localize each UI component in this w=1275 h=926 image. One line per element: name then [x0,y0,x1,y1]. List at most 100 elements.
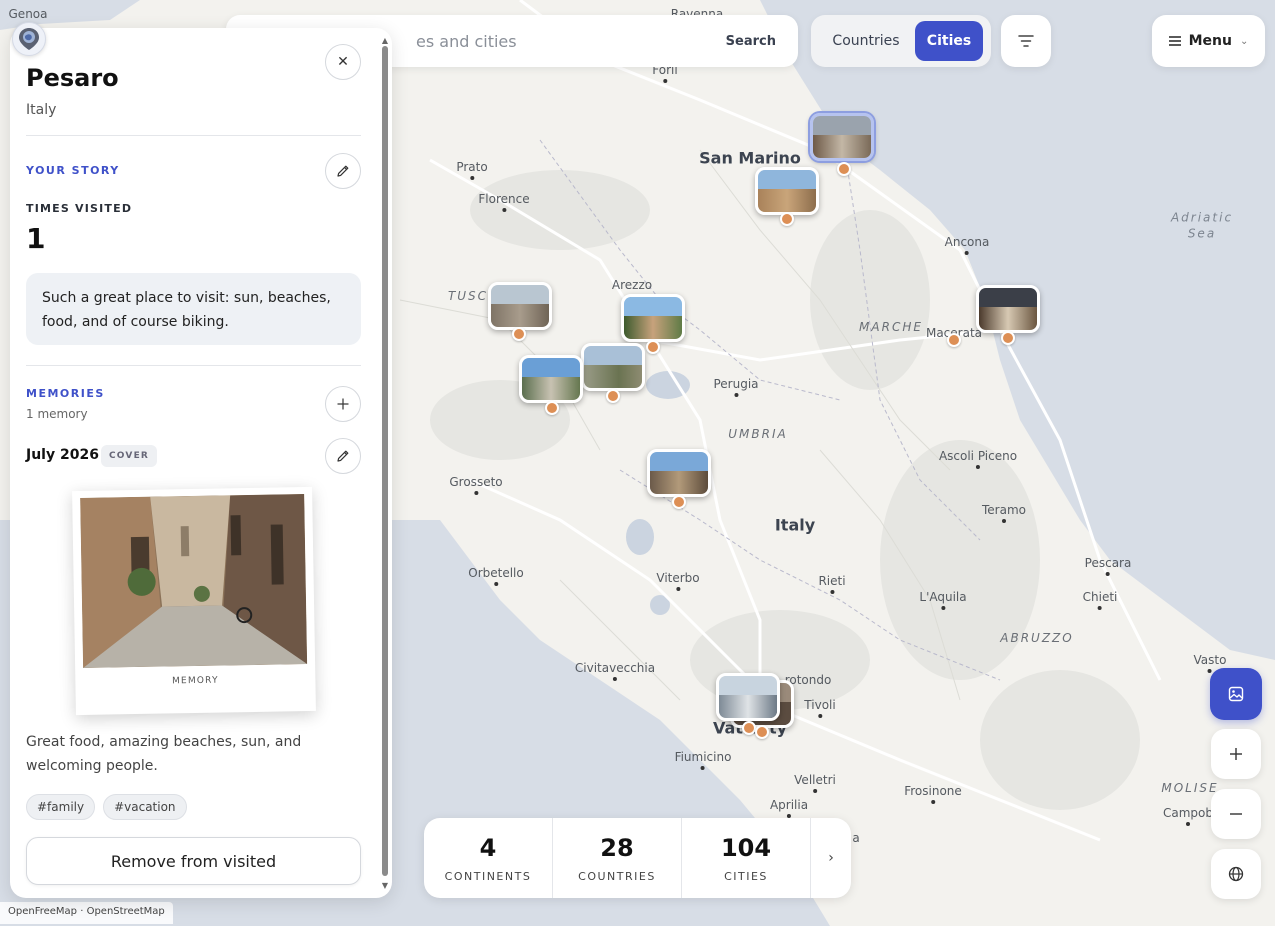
chevron-down-icon: ⌄ [1239,35,1249,47]
map-label: Viterbo [656,571,700,591]
city-photo-marker[interactable] [647,449,711,497]
memory-tags: #family #vacation [26,794,187,820]
plus-icon [1230,748,1242,760]
city-pin[interactable] [606,389,620,403]
map-label: L'Aquila [919,590,967,610]
memories-section-label: MEMORIES [26,387,105,400]
map-label: Campob [1163,806,1213,826]
memory-polaroid[interactable]: MEMORY [72,486,316,716]
city-photo-marker[interactable] [976,285,1040,333]
zoom-in-button[interactable] [1211,729,1261,779]
map-label: Arezzo [611,278,653,298]
tag-chip[interactable]: #family [26,794,96,820]
memory-date: July 2026 [26,447,99,463]
edit-story-button[interactable] [325,153,361,189]
memory-card[interactable]: MEMORY [26,480,361,725]
panel-scrollbar[interactable]: ▲ ▼ [380,36,388,890]
map-label: a [852,831,860,845]
stat-label: CONTINENTS [444,869,532,883]
map-label: Perugia [713,377,759,397]
map-label: Florence [478,192,530,212]
toggle-countries[interactable]: Countries [817,21,915,61]
map-label: Grosseto [449,475,503,495]
map-label: Ascoli Piceno [938,449,1018,469]
minus-icon [1230,813,1242,815]
globe-icon [1228,866,1244,882]
city-photo-marker[interactable] [519,355,583,403]
stat-value: 104 [720,833,772,862]
tag-chip[interactable]: #vacation [103,794,187,820]
stats-next-button[interactable]: › [811,818,851,898]
stat-countries: 28 COUNTRIES [553,818,682,898]
filter-button[interactable] [1001,15,1051,67]
plus-icon [337,398,349,410]
map-label: Ancona [944,235,990,255]
city-pin[interactable] [672,495,686,509]
map-label: Civitavecchia [574,661,656,681]
map-label: Frosinone [904,784,962,804]
city-pin[interactable] [742,721,756,735]
divider [26,135,361,136]
map-label: Genoa [8,7,48,21]
toggle-cities[interactable]: Cities [915,21,983,61]
city-photo-marker[interactable] [488,282,552,330]
filter-icon [1018,35,1034,47]
scrollbar-thumb[interactable] [382,46,388,876]
city-pin[interactable] [545,401,559,415]
city-photo-marker[interactable] [716,673,780,721]
memory-photo [80,494,308,668]
map-label: Tivoli [804,698,836,718]
app-logo-icon[interactable] [12,22,46,56]
search-button[interactable]: Search [704,34,798,49]
view-toggle: Countries Cities [811,15,991,67]
city-details-panel[interactable]: Pesaro Italy ✕ YOUR STORY TIMES VISITED … [10,28,392,898]
scroll-down-arrow-icon[interactable]: ▼ [380,881,390,890]
gallery-button[interactable] [1210,668,1262,720]
menu-label: Menu [1188,33,1232,49]
times-visited-label: TIMES VISITED [26,202,133,215]
zoom-out-button[interactable] [1211,789,1261,839]
city-pin[interactable] [1001,331,1015,345]
city-pin[interactable] [947,333,961,347]
stat-label: CITIES [724,869,768,883]
memories-count: 1 memory [26,407,88,421]
city-photo-marker[interactable] [810,113,874,161]
city-pin[interactable] [780,212,794,226]
map-label: Aprilia [769,798,809,818]
map-label: Velletri [794,773,836,793]
memory-caption: MEMORY [171,675,219,687]
map-label: Rieti [818,574,846,594]
city-photo-marker[interactable] [755,167,819,215]
map-label: Chieti [1082,590,1118,610]
map-label: Vasto [1193,653,1227,673]
stat-value: 4 [479,833,497,862]
map-label: Orbetello [468,566,524,586]
memory-description: Great food, amazing beaches, sun, and we… [26,734,302,774]
city-photo-marker[interactable] [621,294,685,342]
story-text: Such a great place to visit: sun, beache… [26,273,361,345]
pencil-icon [337,450,349,462]
map-attribution[interactable]: OpenFreeMap · OpenStreetMap [0,902,173,924]
stat-cities: 104 CITIES [682,818,811,898]
cover-badge: COVER [101,445,158,467]
times-visited-value: 1 [26,222,46,255]
close-icon: ✕ [337,54,349,70]
globe-view-button[interactable] [1211,849,1261,899]
pencil-icon [337,165,349,177]
edit-memory-button[interactable] [325,438,361,474]
map-label: UMBRIA [728,427,788,441]
map-label: ABRUZZO [1000,631,1074,645]
city-photo-marker[interactable] [581,343,645,391]
add-memory-button[interactable] [325,386,361,422]
image-icon [1228,686,1244,702]
remove-from-visited-button[interactable]: Remove from visited [26,837,361,885]
city-pin[interactable] [646,340,660,354]
city-pin[interactable] [755,725,769,739]
city-pin[interactable] [512,327,526,341]
close-button[interactable]: ✕ [325,44,361,80]
scroll-up-arrow-icon[interactable]: ▲ [380,36,390,45]
city-pin[interactable] [837,162,851,176]
hamburger-icon [1168,36,1181,46]
menu-button[interactable]: Menu ⌄ [1152,15,1265,67]
city-country: Italy [26,102,57,118]
